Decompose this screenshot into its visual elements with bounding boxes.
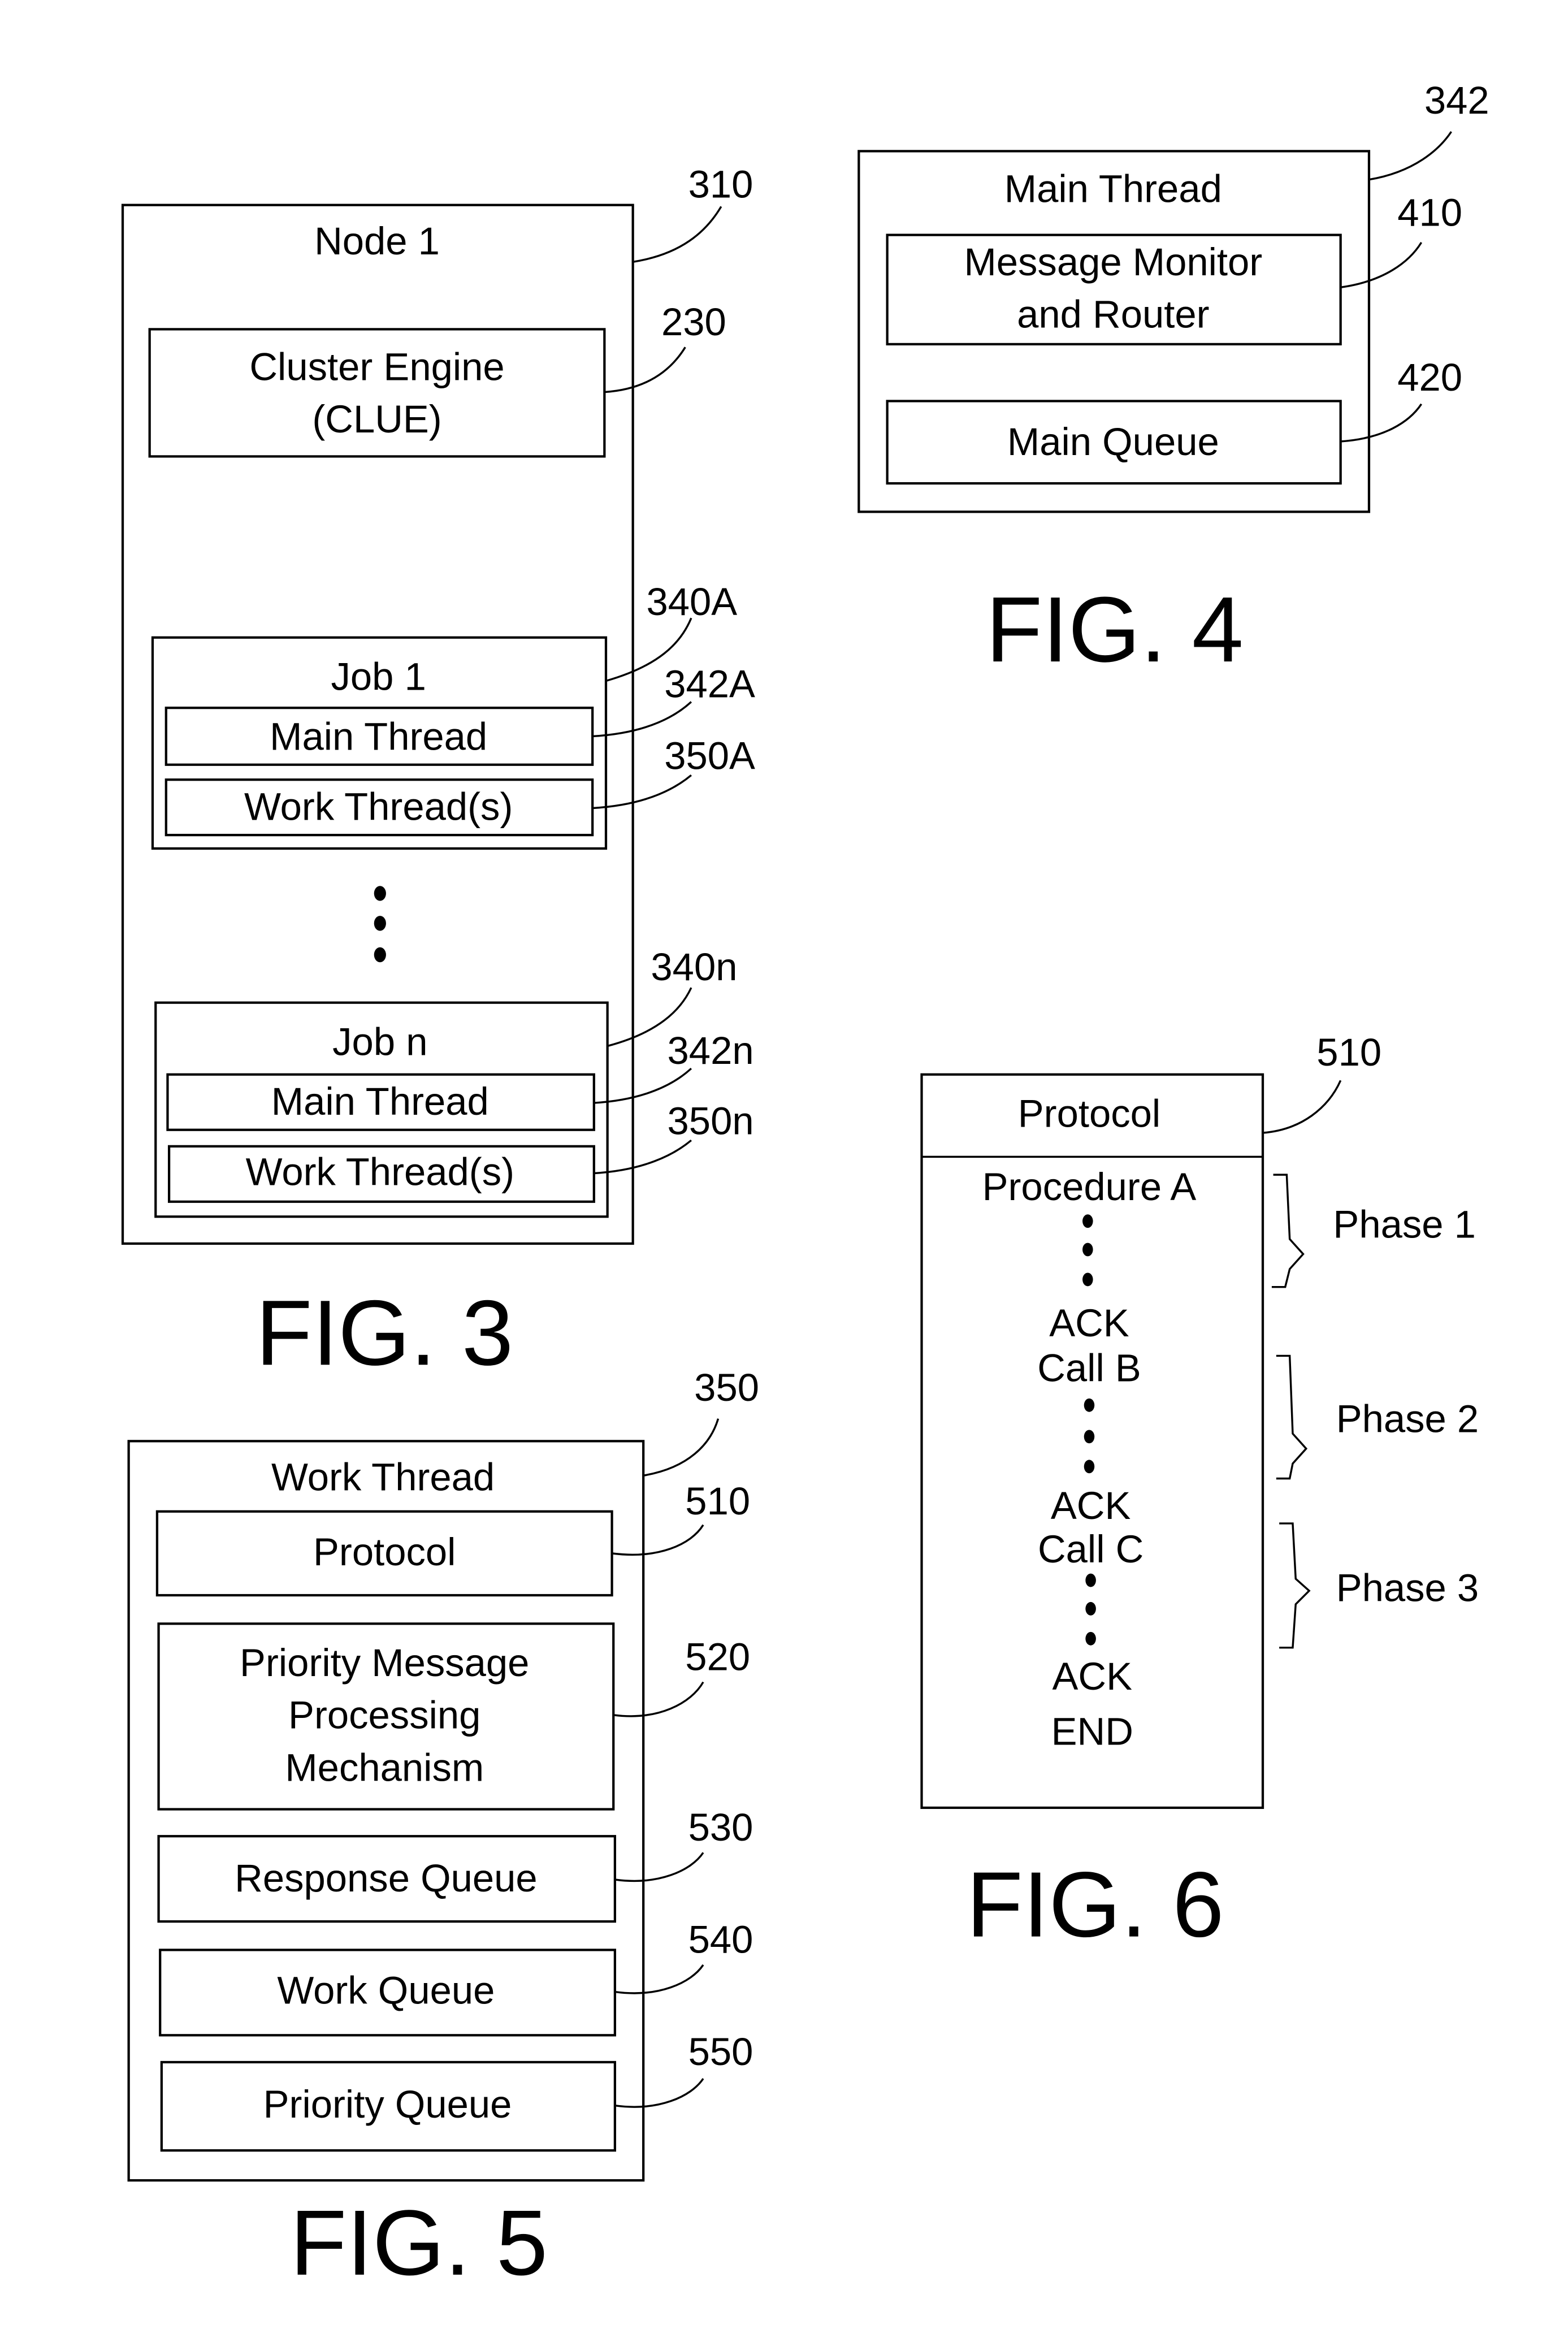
- fig4: Main Thread 342 Message Monitor and Rout…: [857, 79, 1489, 681]
- step-dot: [1084, 1460, 1095, 1474]
- protocol-table-leader-line: [1262, 1080, 1342, 1134]
- job-n-work-threads-ref: 350n: [668, 1099, 754, 1143]
- fig3-caption: FIG. 3: [255, 1280, 513, 1384]
- phase-3-label: Phase 3: [1336, 1566, 1479, 1610]
- protocol-label: Protocol: [313, 1530, 456, 1574]
- step-ack-3: ACK: [1052, 1655, 1133, 1698]
- work-queue-label: Work Queue: [277, 1969, 495, 2012]
- jobs-ellipsis: [374, 886, 386, 963]
- step-call-b: Call B: [1037, 1346, 1141, 1389]
- priority-mechanism-ref: 520: [685, 1635, 750, 1678]
- response-queue-label: Response Queue: [235, 1856, 538, 1900]
- job-1-main-thread-ref: 342A: [664, 663, 755, 706]
- work-queue-ref: 540: [688, 1918, 753, 1962]
- step-procedure-a: Procedure A: [982, 1165, 1197, 1209]
- main-queue-ref: 420: [1397, 356, 1462, 399]
- job-1-work-threads-ref: 350A: [664, 734, 755, 778]
- step-dot: [1082, 1243, 1093, 1257]
- response-queue-ref: 530: [688, 1806, 753, 1849]
- main-thread-label: Main Thread: [1004, 167, 1222, 210]
- job-n-main-thread-label: Main Thread: [271, 1080, 489, 1123]
- cluster-engine-line1: Cluster Engine: [249, 345, 504, 388]
- work-thread-label: Work Thread: [271, 1456, 495, 1499]
- fig4-caption: FIG. 4: [986, 577, 1244, 681]
- priority-mechanism-line2: Processing: [288, 1694, 480, 1737]
- priority-queue-label: Priority Queue: [263, 2083, 512, 2126]
- step-dot: [1085, 1601, 1096, 1616]
- ellipsis-dot: [374, 916, 386, 931]
- protocol-header-label: Protocol: [1018, 1092, 1160, 1135]
- monitor-router-ref: 410: [1397, 191, 1462, 235]
- priority-queue-ref: 550: [688, 2030, 753, 2073]
- cluster-engine-ref: 230: [661, 300, 726, 344]
- job-1-ref: 340A: [646, 580, 737, 624]
- job-n-label: Job n: [332, 1020, 427, 1063]
- step-dot: [1084, 1398, 1095, 1412]
- protocol-table-ref: 510: [1316, 1031, 1381, 1074]
- main-queue-label: Main Queue: [1007, 420, 1219, 464]
- monitor-router-line1: Message Monitor: [964, 240, 1262, 284]
- step-dot: [1085, 1631, 1096, 1646]
- phase-1-brace: [1271, 1174, 1305, 1288]
- step-dot: [1082, 1272, 1093, 1287]
- node-leader-line: [633, 206, 722, 263]
- job-1-label: Job 1: [331, 655, 426, 698]
- fig5-caption: FIG. 5: [290, 2191, 548, 2295]
- step-ack-2: ACK: [1051, 1484, 1131, 1527]
- protocol-ref: 510: [685, 1479, 750, 1523]
- work-thread-leader-line: [643, 1418, 720, 1477]
- fig3: Node 1 310 Cluster Engine (CLUE) 230 Job…: [121, 162, 755, 1384]
- phase-2-label: Phase 2: [1336, 1397, 1479, 1440]
- phase-2-brace: [1276, 1354, 1308, 1480]
- main-thread-ref: 342: [1424, 79, 1489, 122]
- work-thread-ref: 350: [694, 1366, 759, 1409]
- step-dot: [1082, 1214, 1093, 1228]
- ellipsis-dot: [374, 886, 386, 901]
- cluster-engine-line2: (CLUE): [312, 397, 441, 441]
- job-1-work-threads-label: Work Thread(s): [244, 785, 513, 829]
- fig6-caption: FIG. 6: [967, 1852, 1224, 1956]
- step-dot: [1085, 1573, 1096, 1587]
- job-1-main-thread-label: Main Thread: [270, 715, 487, 758]
- patent-figures-sheet: Node 1 310 Cluster Engine (CLUE) 230 Job…: [121, 79, 1489, 2295]
- priority-mechanism-line3: Mechanism: [285, 1746, 484, 1789]
- step-ack-1: ACK: [1049, 1301, 1129, 1345]
- fig5: Work Thread 350 Protocol 510 Priority Me…: [127, 1366, 759, 2295]
- monitor-router-line2: and Router: [1017, 293, 1209, 336]
- priority-mechanism-line1: Priority Message: [240, 1641, 529, 1685]
- job-n-main-thread-ref: 342n: [668, 1029, 754, 1072]
- phase-1-label: Phase 1: [1333, 1202, 1475, 1246]
- step-end: END: [1051, 1710, 1133, 1754]
- ellipsis-dot: [374, 947, 386, 963]
- main-thread-leader-line: [1368, 131, 1452, 181]
- phase-3-brace: [1279, 1522, 1311, 1649]
- node-ref: 310: [688, 162, 753, 206]
- job-n-ref: 340n: [651, 945, 737, 989]
- node-label: Node 1: [314, 219, 440, 263]
- fig6: Protocol 510 Procedure A ACK Call B ACK …: [920, 1031, 1479, 1956]
- step-call-c: Call C: [1038, 1527, 1143, 1571]
- job-n-work-threads-label: Work Thread(s): [246, 1150, 514, 1194]
- step-dot: [1084, 1430, 1095, 1444]
